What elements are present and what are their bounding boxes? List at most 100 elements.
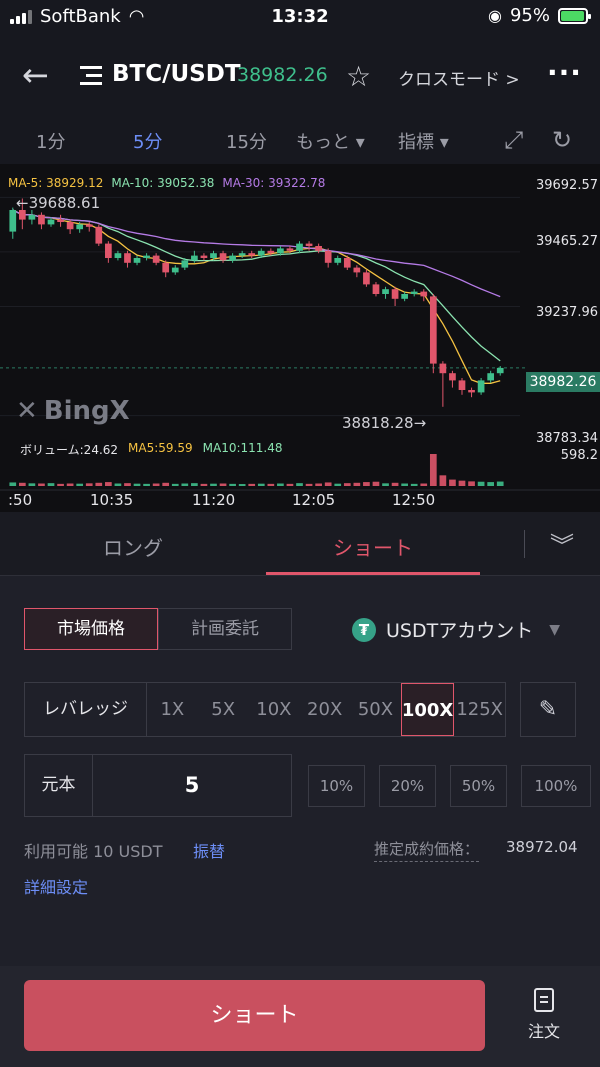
- candle-body: [210, 253, 217, 258]
- percent-10-button[interactable]: 10%: [308, 765, 365, 807]
- orders-button[interactable]: 注文: [516, 988, 572, 1042]
- percent-20-button[interactable]: 20%: [379, 765, 436, 807]
- volume-bar: [9, 482, 17, 486]
- ma30-line: [12, 209, 501, 298]
- volume-bar: [277, 483, 284, 486]
- candle-body: [277, 248, 284, 254]
- percent-100-button[interactable]: 100%: [521, 765, 591, 807]
- volume-bar: [363, 482, 370, 486]
- volume-bar: [238, 484, 246, 486]
- tab-long[interactable]: ロング: [0, 532, 266, 561]
- arrow-left-icon[interactable]: ←: [22, 59, 49, 91]
- transfer-link[interactable]: 振替: [193, 838, 225, 862]
- volume-bar: [468, 481, 475, 486]
- candle-body: [401, 294, 408, 299]
- refresh-icon[interactable]: ↻: [552, 126, 572, 154]
- x-tick: 10:35: [90, 491, 134, 509]
- volume-bar: [95, 482, 103, 486]
- volume-bar: [401, 483, 408, 486]
- volume-label: ボリューム:24.62: [20, 443, 119, 457]
- candle-body: [296, 243, 303, 251]
- volume-bar: [18, 482, 26, 486]
- candle-body: [85, 224, 93, 227]
- account-selector[interactable]: ₮ USDTアカウント ▼: [352, 616, 560, 643]
- x-tick: 12:50: [392, 491, 436, 509]
- y-tick: 39692.57: [535, 178, 598, 193]
- leverage-option[interactable]: 50X: [350, 683, 401, 736]
- volume-bar: [449, 479, 456, 486]
- volume-bar: [391, 482, 399, 486]
- candle-body: [229, 255, 236, 261]
- candle-body: [267, 250, 275, 254]
- more-dots-icon[interactable]: ···: [547, 56, 582, 89]
- leverage-option[interactable]: 20X: [299, 683, 350, 736]
- orientation-lock-icon: ◉: [488, 6, 502, 25]
- trading-pair[interactable]: BTC/USDT: [112, 61, 241, 87]
- candle-body: [114, 253, 122, 258]
- volume-bar: [181, 483, 189, 486]
- interval-1m[interactable]: 1分: [36, 128, 65, 154]
- fullscreen-icon[interactable]: ⤢: [504, 126, 523, 154]
- volume-bar: [267, 483, 275, 486]
- ma30-label: MA-30: 39322.78: [222, 176, 326, 190]
- leverage-option[interactable]: 1X: [147, 683, 198, 736]
- candlestick-chart[interactable]: [0, 164, 600, 512]
- principal-input[interactable]: 元本 5: [24, 754, 292, 817]
- volume-bar: [477, 481, 485, 486]
- margin-mode-button[interactable]: クロスモード >: [398, 65, 520, 90]
- volume-bar: [229, 483, 236, 486]
- menu-icon[interactable]: [80, 66, 102, 86]
- candle-body: [324, 250, 332, 263]
- tab-short[interactable]: ショート: [266, 532, 480, 561]
- volume-bar: [410, 483, 418, 486]
- bingx-watermark: ✕ BingX: [16, 396, 130, 426]
- volume-bar: [343, 483, 351, 486]
- volume-bar: [200, 483, 208, 486]
- candle-body: [191, 255, 198, 261]
- star-icon[interactable]: ☆: [346, 60, 371, 93]
- bottom-bar: ショート 注文: [0, 966, 600, 1067]
- percent-50-button[interactable]: 50%: [450, 765, 507, 807]
- volume-bar: [76, 483, 84, 486]
- indicator-button[interactable]: 指標 ▾: [398, 128, 449, 154]
- advanced-settings-link[interactable]: 詳細設定: [24, 874, 88, 898]
- candle-body: [315, 246, 322, 251]
- leverage-label: レバレッジ: [25, 683, 147, 736]
- candle-body: [152, 255, 160, 263]
- candle-body: [95, 226, 103, 244]
- volume-bar: [248, 483, 256, 486]
- ma10-line: [12, 209, 501, 362]
- candle-body: [124, 253, 131, 263]
- order-type-plan[interactable]: 計画委託: [158, 608, 292, 650]
- volume-bar: [382, 483, 389, 486]
- candle-body: [162, 262, 170, 273]
- interval-more[interactable]: もっと ▾: [296, 128, 365, 154]
- principal-value[interactable]: 5: [93, 755, 291, 816]
- volume-bar: [296, 483, 303, 486]
- leverage-option-selected[interactable]: 100X: [400, 683, 455, 736]
- candle-body: [496, 367, 504, 374]
- status-bar: SoftBank ◠ 13:32 ◉ 95%: [0, 0, 600, 34]
- leverage-option[interactable]: 10X: [249, 683, 300, 736]
- candle-body: [57, 219, 64, 222]
- candle-body: [487, 373, 495, 381]
- candle-body: [171, 267, 179, 273]
- candle-body: [143, 255, 150, 258]
- volume-bar: [114, 483, 122, 486]
- short-button[interactable]: ショート: [24, 980, 485, 1051]
- leverage-option[interactable]: 125X: [454, 683, 505, 736]
- candle-body: [372, 284, 380, 294]
- interval-15m[interactable]: 15分: [226, 128, 267, 154]
- price-chart[interactable]: MA-5: 38929.12 MA-10: 39052.38 MA-30: 39…: [0, 164, 600, 512]
- order-type-market[interactable]: 市場価格: [24, 608, 158, 650]
- pencil-icon[interactable]: ✎: [520, 682, 576, 737]
- interval-5m[interactable]: 5分: [133, 128, 162, 154]
- volume-legend: ボリューム:24.62 MA5:59.59 MA10:111.48: [20, 441, 283, 458]
- double-chevron-down-icon[interactable]: ︾: [550, 526, 574, 561]
- candle-body: [391, 289, 399, 299]
- candle-body: [429, 296, 437, 364]
- x-tick: 11:20: [192, 491, 236, 509]
- ma5-line: [12, 209, 501, 384]
- leverage-option[interactable]: 5X: [198, 683, 249, 736]
- high-annotation: ←39688.61: [16, 194, 101, 212]
